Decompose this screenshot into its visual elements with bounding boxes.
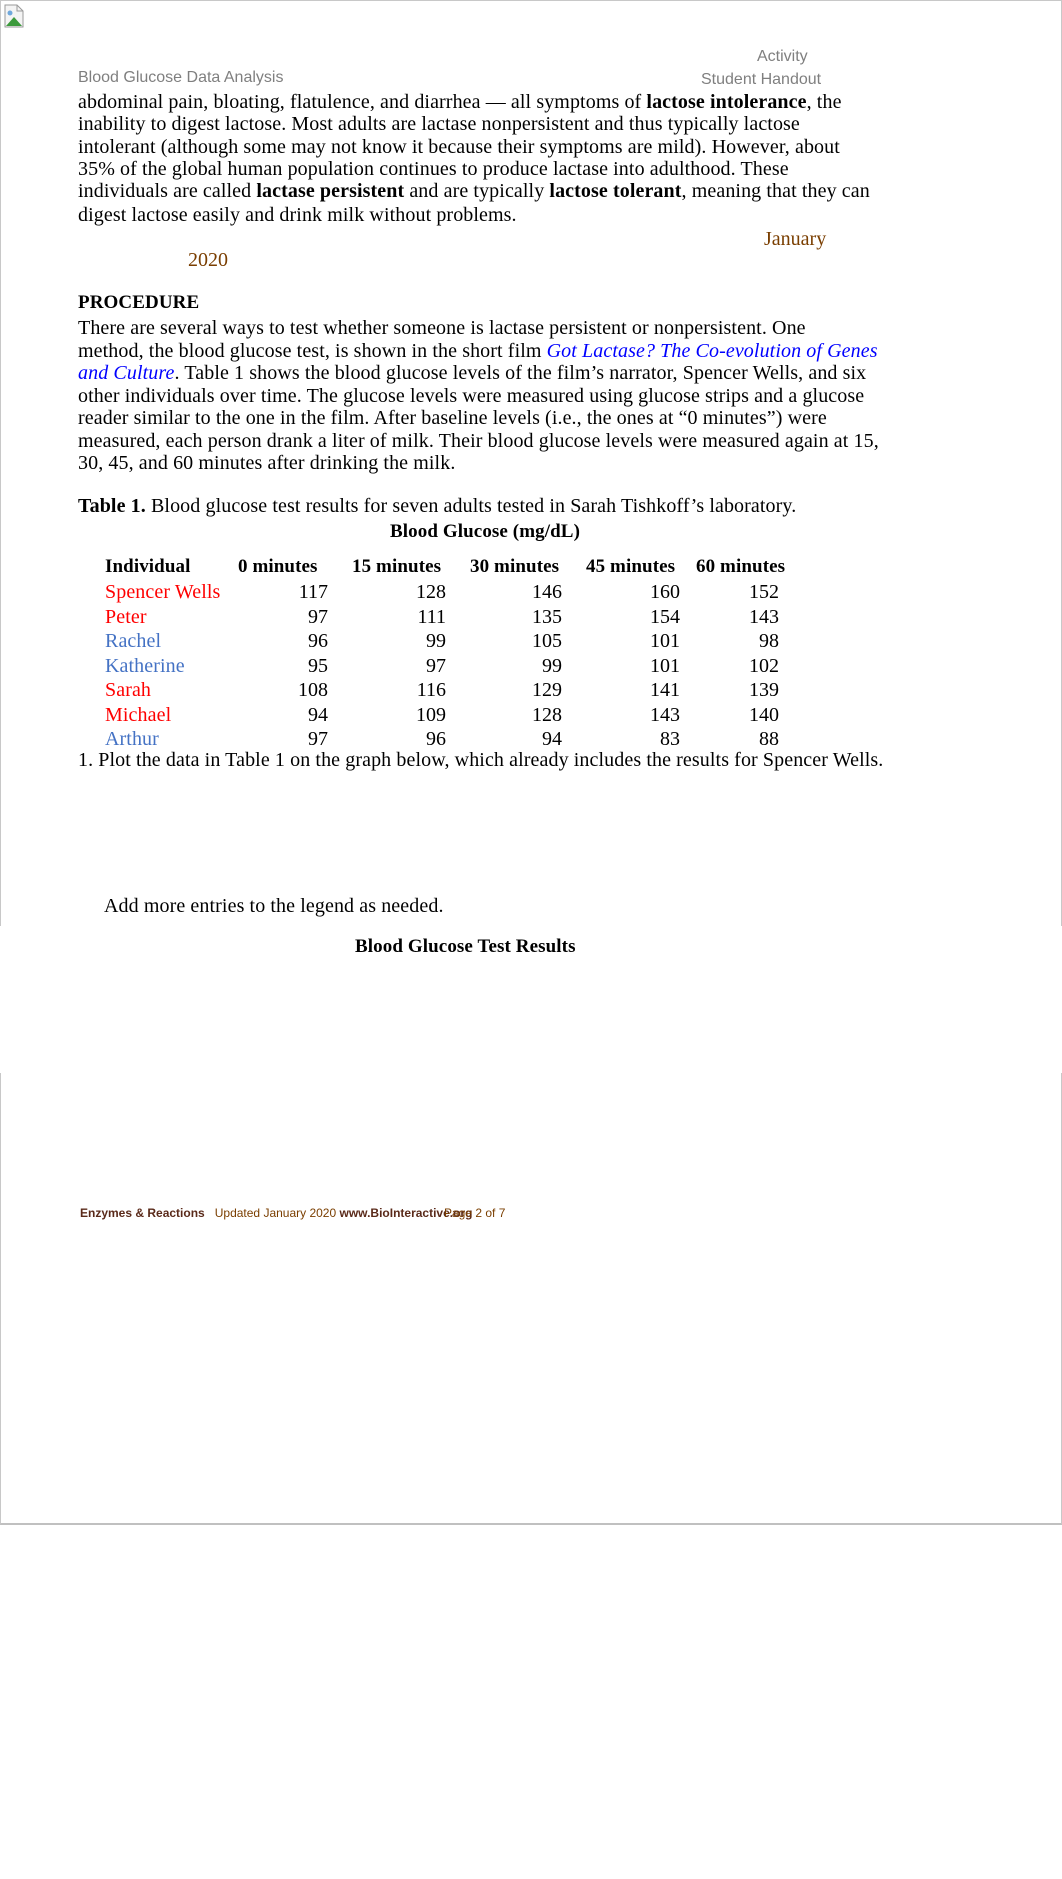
glucose-value: 96 xyxy=(426,728,446,750)
glucose-value: 97 xyxy=(308,605,328,628)
footer-updated: Updated January 2020 xyxy=(214,1206,337,1220)
glucose-value: 141 xyxy=(650,679,680,701)
text-line: digest lactose easily and drink milk wit… xyxy=(78,204,517,226)
text-line: There are several ways to test whether s… xyxy=(78,317,806,339)
glucose-value: 97 xyxy=(308,728,328,750)
film-link[interactable]: Got Lactase? The Co-evolution of Genes xyxy=(547,340,878,362)
glucose-value: 83 xyxy=(660,728,680,750)
column-header: 15 minutes xyxy=(352,556,442,577)
glucose-value: 129 xyxy=(532,679,562,701)
text: individuals are called xyxy=(78,180,257,202)
glucose-value: 128 xyxy=(532,703,562,726)
glucose-value: 99 xyxy=(542,654,562,677)
glucose-value: 95 xyxy=(308,654,328,677)
date-month: January xyxy=(764,228,827,250)
term-lactose-intolerance: lactose intolerance xyxy=(646,91,807,113)
glucose-value: 94 xyxy=(308,703,328,726)
glucose-value: 152 xyxy=(749,581,779,603)
header-student-handout: Student Handout xyxy=(701,71,822,88)
glucose-value: 143 xyxy=(749,605,779,628)
glucose-value: 160 xyxy=(650,581,680,603)
table-group-header: Blood Glucose (mg/dL) xyxy=(390,521,581,542)
footer-page-number: Page 2 of 7 xyxy=(444,1206,506,1220)
text-line: abdominal pain, bloating, flatulence, an… xyxy=(78,91,842,114)
individual-name: Rachel xyxy=(105,630,162,652)
film-link-continued[interactable]: and Culture xyxy=(78,362,174,384)
column-header: Individual xyxy=(105,556,191,577)
text-line: method, the blood glucose test, is shown… xyxy=(78,340,878,363)
glucose-value: 96 xyxy=(308,630,328,652)
glucose-value: 101 xyxy=(650,630,680,652)
page-frame-bottom xyxy=(0,1073,1062,1525)
glucose-value: 88 xyxy=(759,728,779,750)
glucose-value: 143 xyxy=(650,703,680,726)
text: . Table 1 shows the blood glucose levels… xyxy=(174,362,867,384)
glucose-value: 102 xyxy=(749,654,779,677)
glucose-value: 94 xyxy=(542,728,562,750)
term-lactase-persistent: lactase persistent xyxy=(256,180,405,202)
question-1: 1. Plot the data in Table 1 on the graph… xyxy=(78,749,884,771)
glucose-value: 99 xyxy=(426,630,446,652)
glucose-value: 105 xyxy=(532,630,562,652)
text: , meaning that they can xyxy=(681,180,870,202)
individual-name: Sarah xyxy=(105,679,152,701)
column-header: 30 minutes xyxy=(470,556,560,577)
glucose-value: 108 xyxy=(298,679,328,701)
text: , the xyxy=(806,91,842,113)
broken-image-icon xyxy=(4,4,24,28)
table-label: Table 1. xyxy=(78,495,146,517)
text-line: 35% of the global human population conti… xyxy=(78,158,789,180)
individual-name: Arthur xyxy=(105,728,159,750)
term-lactose-tolerant: lactose tolerant xyxy=(549,180,682,202)
text-line: reader similar to the one in the film. A… xyxy=(78,407,827,429)
glucose-value: 140 xyxy=(749,703,779,726)
date-year: 2020 xyxy=(188,249,228,271)
footer-unit: Enzymes & Reactions xyxy=(80,1206,205,1220)
glucose-value: 139 xyxy=(749,679,779,701)
glucose-value: 111 xyxy=(417,605,446,628)
text-line: and Culture. Table 1 shows the blood glu… xyxy=(78,362,866,385)
column-header: 60 minutes xyxy=(696,556,786,577)
glucose-value: 117 xyxy=(298,581,328,603)
graph-title: Blood Glucose Test Results xyxy=(355,936,576,957)
individual-name: Michael xyxy=(105,703,172,726)
header-activity: Activity xyxy=(757,48,808,65)
text: abdominal pain, bloating, flatulence, an… xyxy=(78,91,647,113)
column-header: 45 minutes xyxy=(586,556,676,577)
table-caption: Table 1. Blood glucose test results for … xyxy=(78,495,796,518)
footer: Enzymes & Reactions Updated January 2020… xyxy=(80,1206,472,1220)
text: method, the blood glucose test, is shown… xyxy=(78,340,547,362)
text-line: inability to digest lactose. Most adults… xyxy=(78,113,800,135)
procedure-heading: PROCEDURE xyxy=(78,292,200,313)
glucose-value: 146 xyxy=(532,581,562,603)
individual-name: Peter xyxy=(105,605,147,628)
legend-note: Add more entries to the legend as needed… xyxy=(104,895,444,917)
caption-text: Blood glucose test results for seven adu… xyxy=(145,495,797,517)
text: and are typically xyxy=(404,180,550,202)
glucose-value: 101 xyxy=(650,654,680,677)
text-line: 30, 45, and 60 minutes after drinking th… xyxy=(78,452,456,474)
glucose-value: 154 xyxy=(650,605,680,628)
text-line: measured, each person drank a liter of m… xyxy=(78,430,879,452)
individual-name: Spencer Wells xyxy=(105,581,221,603)
glucose-value: 97 xyxy=(426,654,446,677)
individual-name: Katherine xyxy=(105,654,185,677)
glucose-value: 109 xyxy=(416,703,446,726)
column-header: 0 minutes xyxy=(238,556,318,577)
text-line: other individuals over time. The glucose… xyxy=(78,385,865,407)
header-title: Blood Glucose Data Analysis xyxy=(78,69,284,86)
text-line: intolerant (although some may not know i… xyxy=(78,136,840,158)
glucose-value: 116 xyxy=(416,679,446,701)
text-line: individuals are called lactase persisten… xyxy=(78,180,870,203)
glucose-value: 135 xyxy=(532,605,562,628)
glucose-value: 128 xyxy=(416,581,446,603)
glucose-value: 98 xyxy=(759,630,779,652)
